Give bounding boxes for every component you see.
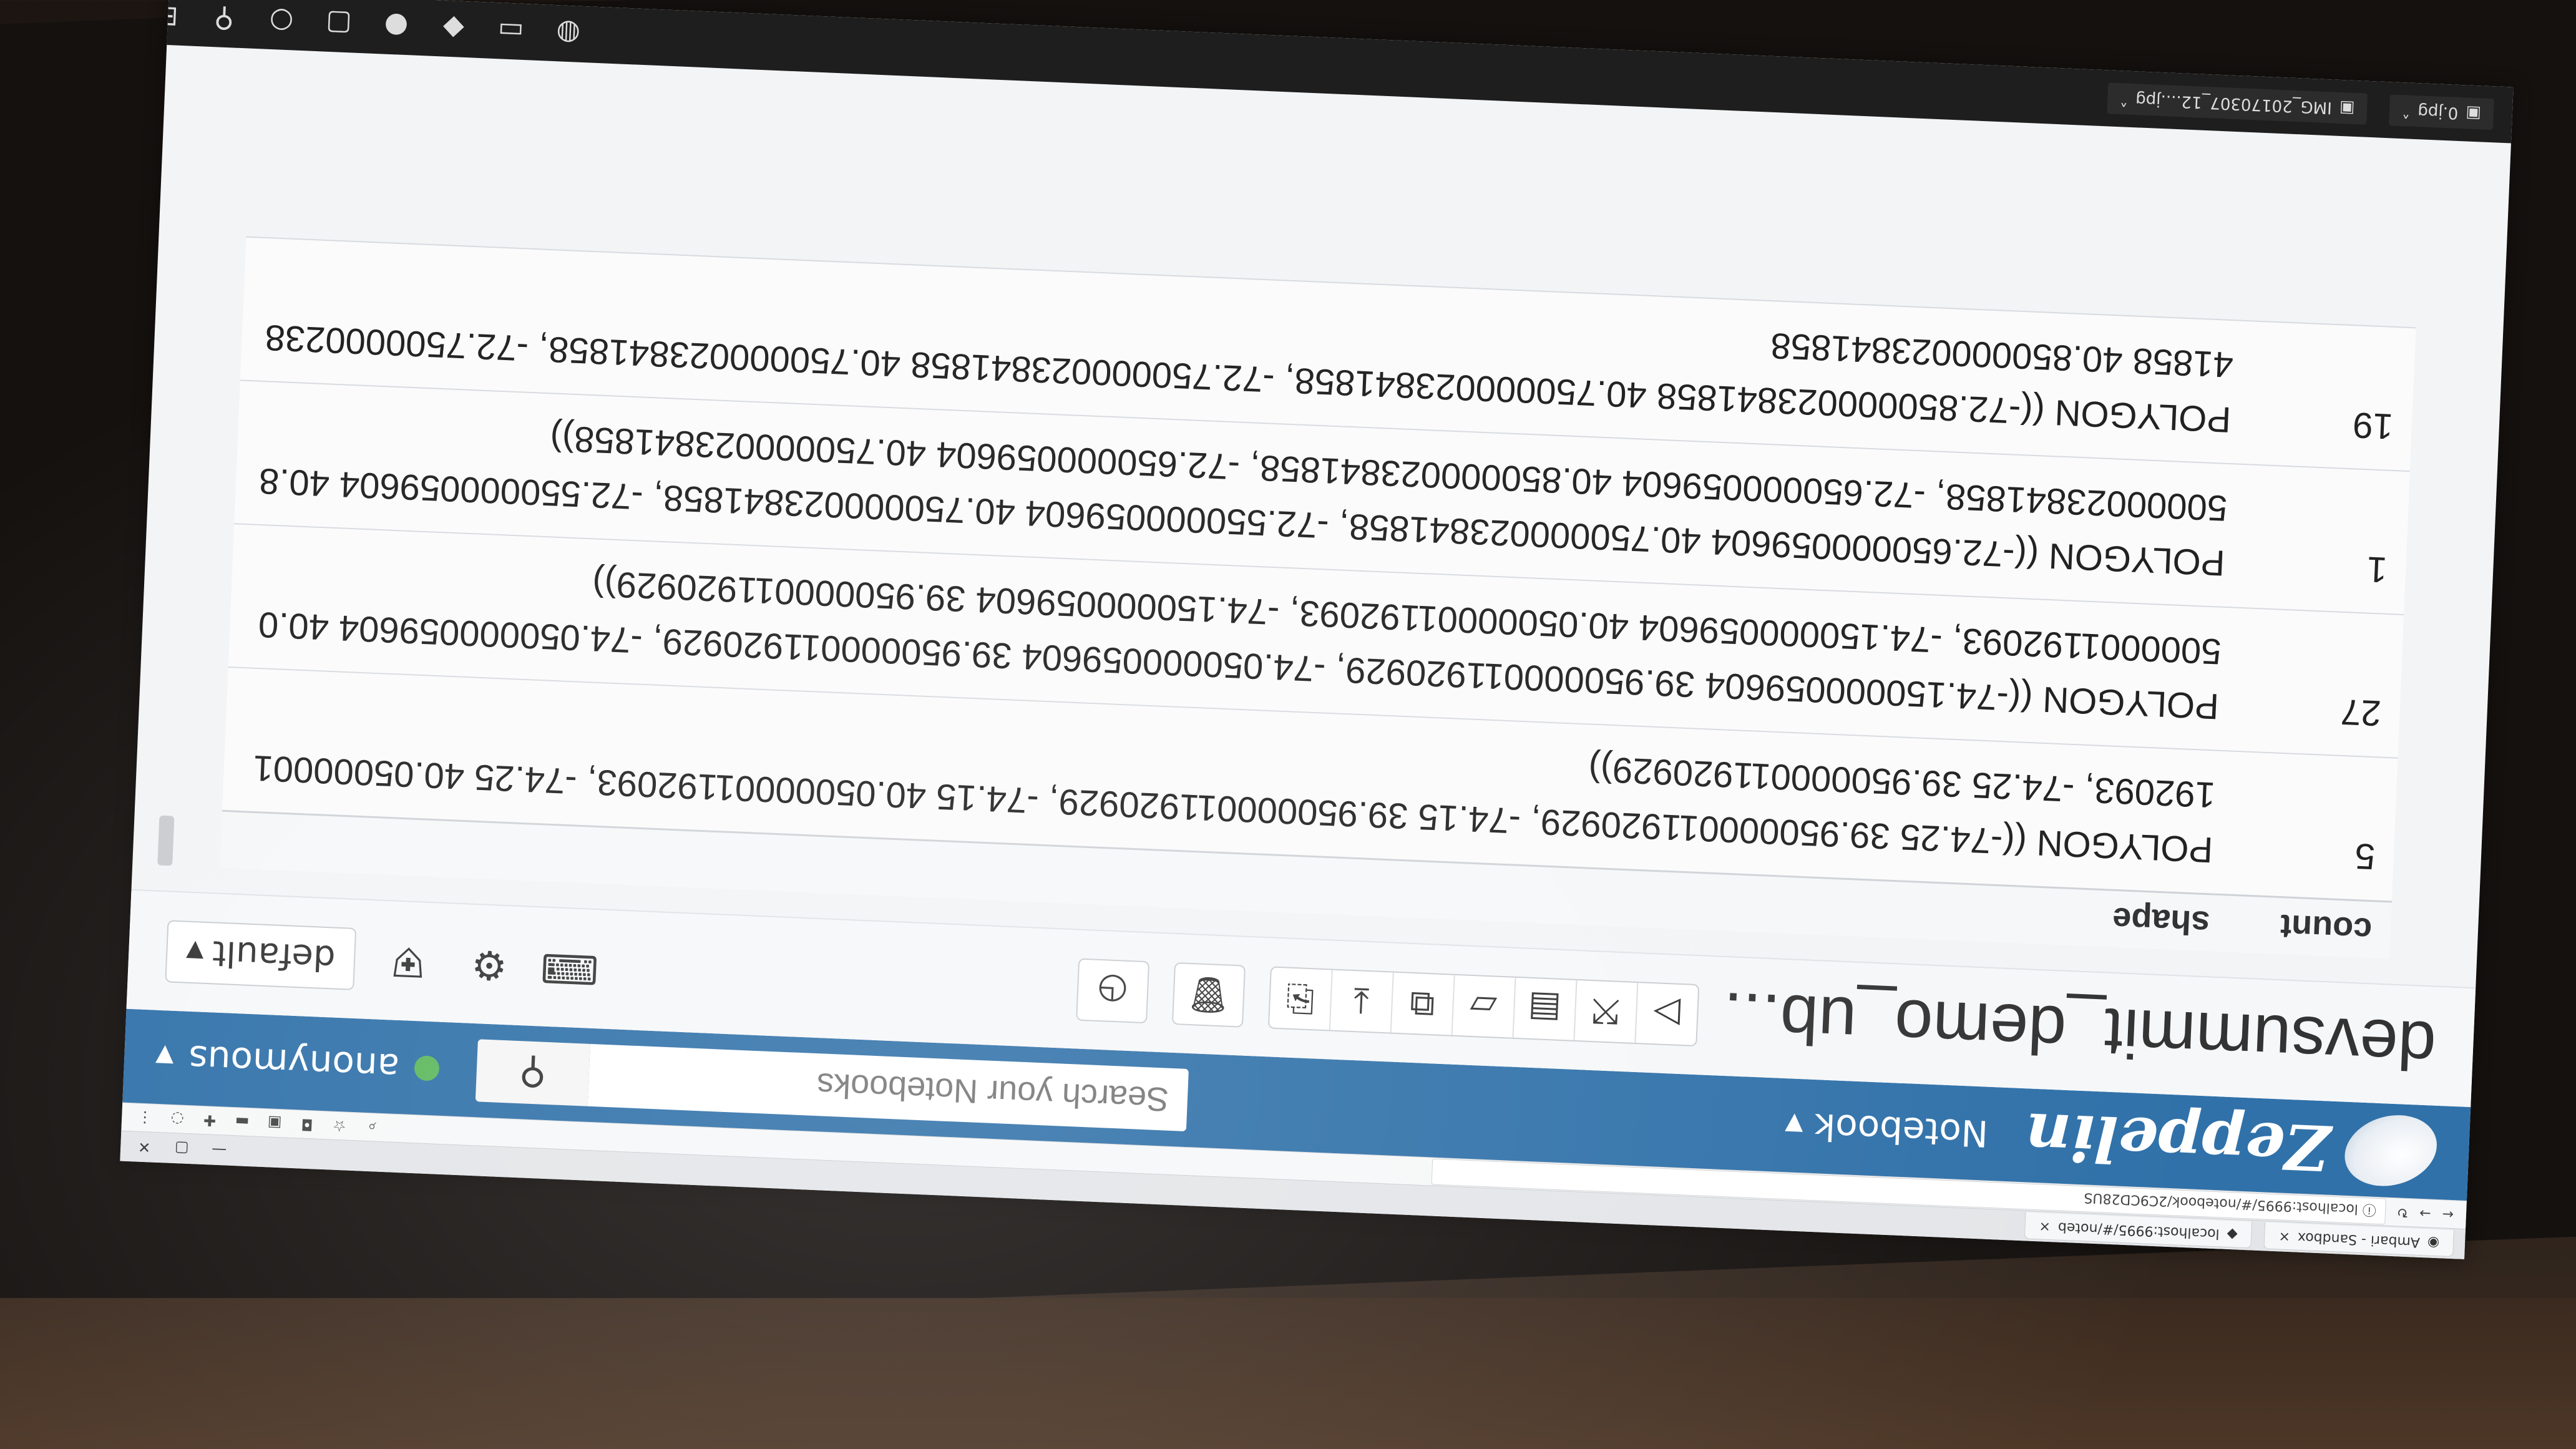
book-icon: ▤ <box>1527 988 1562 1030</box>
scrollbar[interactable] <box>157 815 175 866</box>
copy-icon: ⧉ <box>1408 983 1436 1025</box>
restore-button[interactable]: ▢ <box>169 1139 195 1158</box>
cortana-icon[interactable]: ○ <box>263 5 300 38</box>
zeppelin-blimp-icon <box>2336 1105 2446 1196</box>
search-button[interactable]: ⚲ <box>475 1039 590 1106</box>
desk-surface <box>0 1298 2576 1449</box>
notebook-menu-label: Notebook <box>1813 1105 1989 1155</box>
clock-icon: ◷ <box>1096 970 1129 1012</box>
notebook-menu[interactable]: Notebook ▾ <box>1784 1104 1989 1155</box>
close-window-button[interactable]: ✕ <box>132 1138 157 1156</box>
download-icon: ⤓ <box>1352 981 1370 1023</box>
reload-icon[interactable]: ↻ <box>2396 1204 2408 1221</box>
result-table: count shape 5 POLYGON ((-74.25 39.950000… <box>220 237 2416 959</box>
connection-status-icon <box>414 1055 440 1081</box>
lock-icon[interactable]: ⛨ <box>379 937 437 986</box>
tab-favicon-icon: ◆ <box>2227 1226 2238 1242</box>
download-item[interactable]: ▣ 0.jpg ˄ <box>2389 94 2494 130</box>
show-hide-output-button[interactable]: ▤ <box>1512 977 1576 1040</box>
tab-close-icon[interactable]: × <box>2039 1218 2051 1234</box>
tab-close-icon[interactable]: × <box>2278 1228 2290 1244</box>
extension-icon[interactable]: ▣ <box>263 1114 285 1132</box>
app-icon[interactable]: ● <box>378 10 414 43</box>
caret-down-icon: ▾ <box>185 932 205 973</box>
delete-notebook-button[interactable]: 🗑 <box>1171 962 1246 1028</box>
browser-menu-icon[interactable]: ⋮ <box>134 1108 156 1127</box>
notebook-actions: ▷ ⤧ ▤ ▱ ⧉ ⤓ ⎘ <box>1267 966 1700 1047</box>
eraser-icon: ▱ <box>1469 985 1498 1028</box>
back-arrow-icon[interactable]: ← <box>2442 1206 2454 1222</box>
dropdown-label: default <box>212 932 336 979</box>
tab-label: localhost:9995/#/noteb <box>2057 1219 2220 1242</box>
bookmark-star-icon[interactable]: ☆ <box>328 1116 350 1135</box>
task-view-icon[interactable]: ▢ <box>321 7 357 41</box>
tab-favicon-icon: ◉ <box>2427 1234 2440 1251</box>
chrome-icon[interactable]: ◍ <box>550 17 587 51</box>
folder-icon[interactable]: ▭ <box>493 14 529 48</box>
caret-down-icon: ▾ <box>154 1035 175 1079</box>
app-icon[interactable]: ◆ <box>436 12 472 46</box>
search-icon: ⚲ <box>518 1050 548 1095</box>
image-file-icon: ▣ <box>2339 98 2356 118</box>
version-control-button[interactable]: ⎘ <box>1269 967 1332 1030</box>
image-file-icon: ▣ <box>2465 104 2482 124</box>
column-header-count[interactable]: count <box>2227 895 2392 959</box>
play-icon: ▷ <box>1652 993 1681 1035</box>
clear-output-button[interactable]: ▱ <box>1451 975 1515 1038</box>
caret-down-icon: ▾ <box>1784 1104 1804 1148</box>
download-item[interactable]: ▣ IMG_20170307_12....jpg ˄ <box>2107 82 2368 125</box>
chevron-up-icon[interactable]: ˄ <box>2402 101 2411 120</box>
user-menu[interactable]: anonymous ▾ <box>155 1036 440 1090</box>
info-icon: ⓘ <box>2358 1201 2377 1217</box>
notebook-search: ⚲ <box>475 1039 1189 1131</box>
expand-collapse-icon: ⤧ <box>1591 991 1621 1033</box>
download-filename: IMG_20170307_12....jpg <box>2135 90 2333 117</box>
keyboard-icon[interactable]: ⌨ <box>540 944 599 992</box>
count-cell: 1 <box>2242 464 2410 615</box>
camera-extension-icon[interactable]: ◘ <box>296 1115 318 1134</box>
count-cell: 5 <box>2230 751 2398 902</box>
plus-extension-icon[interactable]: ✚ <box>199 1111 221 1129</box>
trash-icon: 🗑 <box>1185 973 1232 1016</box>
notebook-title[interactable]: devsummit_demo_ub... <box>1721 977 2437 1086</box>
photographed-screen: ◉ Ambari - Sandbox × ◆ localhost:9995/#/… <box>120 0 2514 1259</box>
run-all-button[interactable]: ▷ <box>1634 982 1698 1046</box>
minimize-button[interactable]: — <box>207 1141 232 1159</box>
export-notebook-button[interactable]: ⤓ <box>1329 970 1393 1033</box>
username: anonymous <box>187 1037 401 1089</box>
zoom-icon[interactable]: ⌕ <box>361 1118 383 1136</box>
download-filename: 0.jpg <box>2417 102 2459 122</box>
count-cell: 27 <box>2235 608 2404 758</box>
commit-icon: ⎘ <box>1285 978 1315 1020</box>
browser-tab-ambari[interactable]: ◉ Ambari - Sandbox × <box>2263 1222 2454 1257</box>
scheduler-button[interactable]: ◷ <box>1075 958 1149 1024</box>
forward-arrow-icon[interactable]: → <box>2419 1205 2431 1221</box>
search-input[interactable] <box>587 1043 1189 1131</box>
search-icon[interactable]: ⚲ <box>206 2 242 36</box>
brand-name: Zeppelin <box>2024 1098 2332 1185</box>
paragraph-output: count shape 5 POLYGON ((-74.25 39.950000… <box>132 233 2504 988</box>
chevron-up-icon[interactable]: ˄ <box>2120 89 2129 109</box>
look-and-feel-dropdown[interactable]: default ▾ <box>165 920 357 990</box>
tab-label: Ambari - Sandbox <box>2297 1229 2421 1250</box>
count-cell: 19 <box>2248 321 2416 472</box>
browser-window: ◉ Ambari - Sandbox × ◆ localhost:9995/#/… <box>120 0 2514 1259</box>
gear-icon[interactable]: ⚙ <box>461 940 519 989</box>
sync-extension-icon[interactable]: ◌ <box>167 1110 188 1128</box>
show-hide-code-button[interactable]: ⤧ <box>1573 980 1637 1043</box>
clone-notebook-button[interactable]: ⧉ <box>1390 972 1454 1035</box>
extension-icon[interactable]: ▬ <box>232 1113 253 1131</box>
zeppelin-logo[interactable]: Zeppelin <box>2024 1098 2446 1196</box>
